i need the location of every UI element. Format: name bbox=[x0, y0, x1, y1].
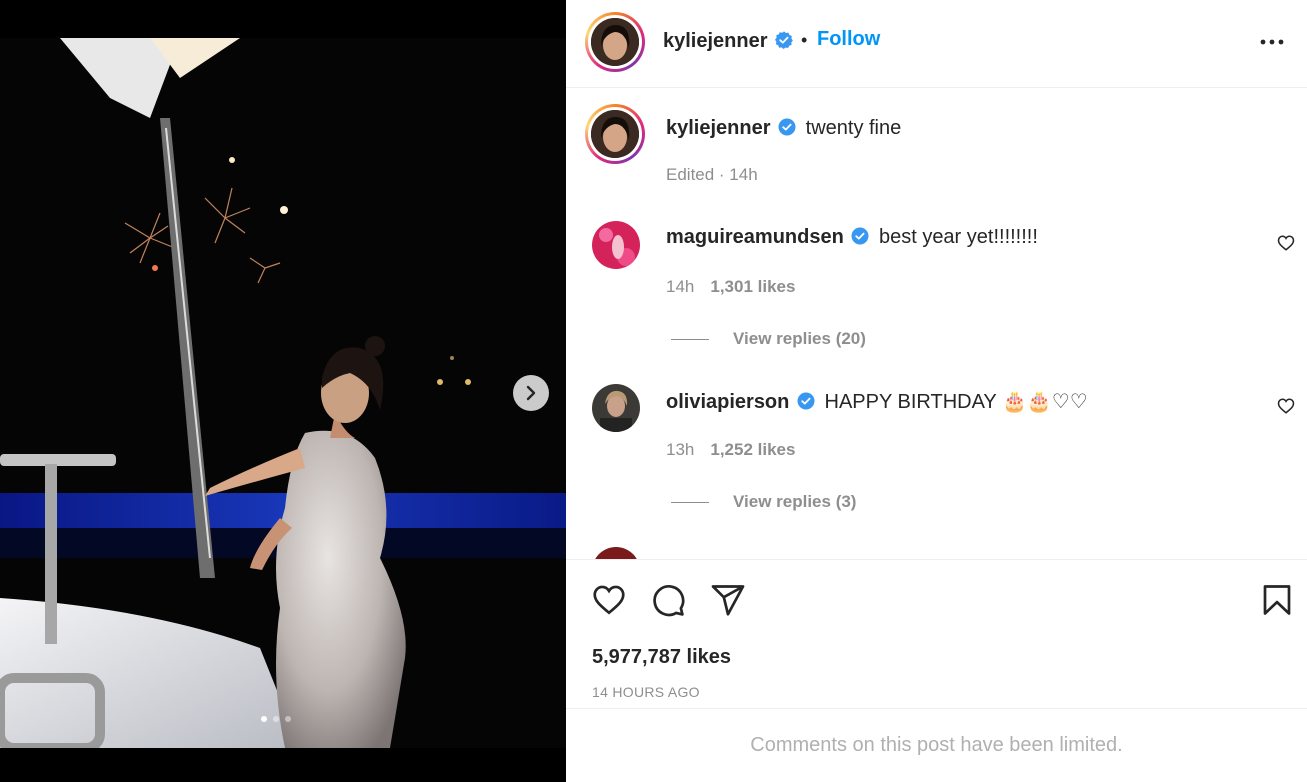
verified-badge-icon bbox=[778, 118, 796, 136]
follow-button[interactable]: Follow bbox=[817, 28, 880, 51]
like-comment-heart-icon[interactable] bbox=[1277, 234, 1295, 252]
header-separator: • bbox=[801, 30, 808, 50]
more-options-icon[interactable] bbox=[1259, 30, 1285, 56]
author-avatar[interactable] bbox=[585, 12, 645, 72]
caption-meta: Edited · 14h bbox=[666, 165, 758, 184]
post-details-panel: kyliejenner • Follow kyliejenner twenty … bbox=[566, 0, 1307, 782]
comment-avatar-maguireamundsen[interactable] bbox=[592, 221, 640, 269]
replies-divider bbox=[671, 338, 709, 340]
party-photo-image bbox=[0, 38, 566, 748]
carousel-dot-2 bbox=[273, 716, 279, 722]
caption-username[interactable]: kyliejenner bbox=[666, 117, 771, 139]
bookmark-icon[interactable] bbox=[1259, 582, 1295, 618]
like-comment-heart-icon[interactable] bbox=[1277, 397, 1295, 415]
comment-line: maguireamundsen best year yet!!!!!!!! bbox=[666, 226, 1038, 249]
caption-line: kyliejenner twenty fine bbox=[666, 117, 901, 140]
comment-text: HAPPY BIRTHDAY 🎂🎂♡♡ bbox=[824, 391, 1088, 413]
comment-meta: 13h 1,252 likes bbox=[666, 440, 795, 460]
replies-divider bbox=[671, 501, 709, 503]
header-username-text[interactable]: kyliejenner bbox=[663, 30, 768, 52]
comment-avatar-image bbox=[592, 221, 640, 269]
post-actions: 5,977,787 likes 14 HOURS AGO bbox=[566, 559, 1307, 708]
comments-section[interactable]: kyliejenner twenty fine Edited · 14h mag… bbox=[566, 89, 1307, 559]
comment-line: oliviapierson HAPPY BIRTHDAY 🎂🎂♡♡ bbox=[666, 389, 1088, 414]
post-media bbox=[0, 0, 566, 782]
comment-username[interactable]: maguireamundsen bbox=[666, 226, 844, 248]
comment-likes[interactable]: 1,301 likes bbox=[710, 277, 795, 296]
comments-limited-text: Comments on this post have been limited. bbox=[750, 734, 1123, 756]
post-header: kyliejenner • Follow bbox=[566, 0, 1307, 88]
post-photo[interactable] bbox=[0, 38, 566, 748]
comment-username[interactable]: oliviapierson bbox=[666, 391, 789, 413]
view-replies-label[interactable]: View replies (3) bbox=[733, 492, 856, 512]
chevron-right-icon bbox=[526, 385, 536, 401]
comment-meta: 14h 1,301 likes bbox=[666, 277, 795, 297]
caption-avatar-image bbox=[591, 110, 639, 158]
carousel-dot-3 bbox=[285, 716, 291, 722]
verified-badge-icon bbox=[797, 392, 815, 410]
verified-badge-icon bbox=[851, 227, 869, 245]
share-icon[interactable] bbox=[710, 582, 746, 618]
comment-avatar-clipped[interactable] bbox=[592, 547, 640, 559]
post-timestamp[interactable]: 14 HOURS AGO bbox=[592, 684, 700, 700]
header-username[interactable]: kyliejenner bbox=[663, 30, 793, 53]
view-replies-label[interactable]: View replies (20) bbox=[733, 329, 866, 349]
caption-text: twenty fine bbox=[805, 117, 902, 139]
comment-likes[interactable]: 1,252 likes bbox=[710, 440, 795, 459]
comment-text: best year yet!!!!!!!! bbox=[878, 226, 1038, 248]
comment-avatar-oliviapierson[interactable] bbox=[592, 384, 640, 432]
caption-avatar[interactable] bbox=[585, 104, 645, 164]
comment-time: 13h bbox=[666, 440, 695, 459]
comment-time: 14h bbox=[666, 277, 695, 296]
heart-icon[interactable] bbox=[591, 582, 627, 618]
view-replies-button[interactable]: View replies (20) bbox=[671, 329, 866, 349]
carousel-dot-1 bbox=[261, 716, 267, 722]
post-likes[interactable]: 5,977,787 likes bbox=[592, 646, 731, 669]
view-replies-button[interactable]: View replies (3) bbox=[671, 492, 856, 512]
verified-badge-icon bbox=[775, 31, 793, 50]
comment-avatar-image bbox=[592, 384, 640, 432]
comments-limited-notice: Comments on this post have been limited. bbox=[566, 708, 1307, 782]
next-slide-button[interactable] bbox=[513, 375, 549, 411]
author-avatar-image bbox=[591, 18, 639, 66]
comment-icon[interactable] bbox=[650, 582, 686, 618]
carousel-indicator bbox=[261, 716, 291, 722]
